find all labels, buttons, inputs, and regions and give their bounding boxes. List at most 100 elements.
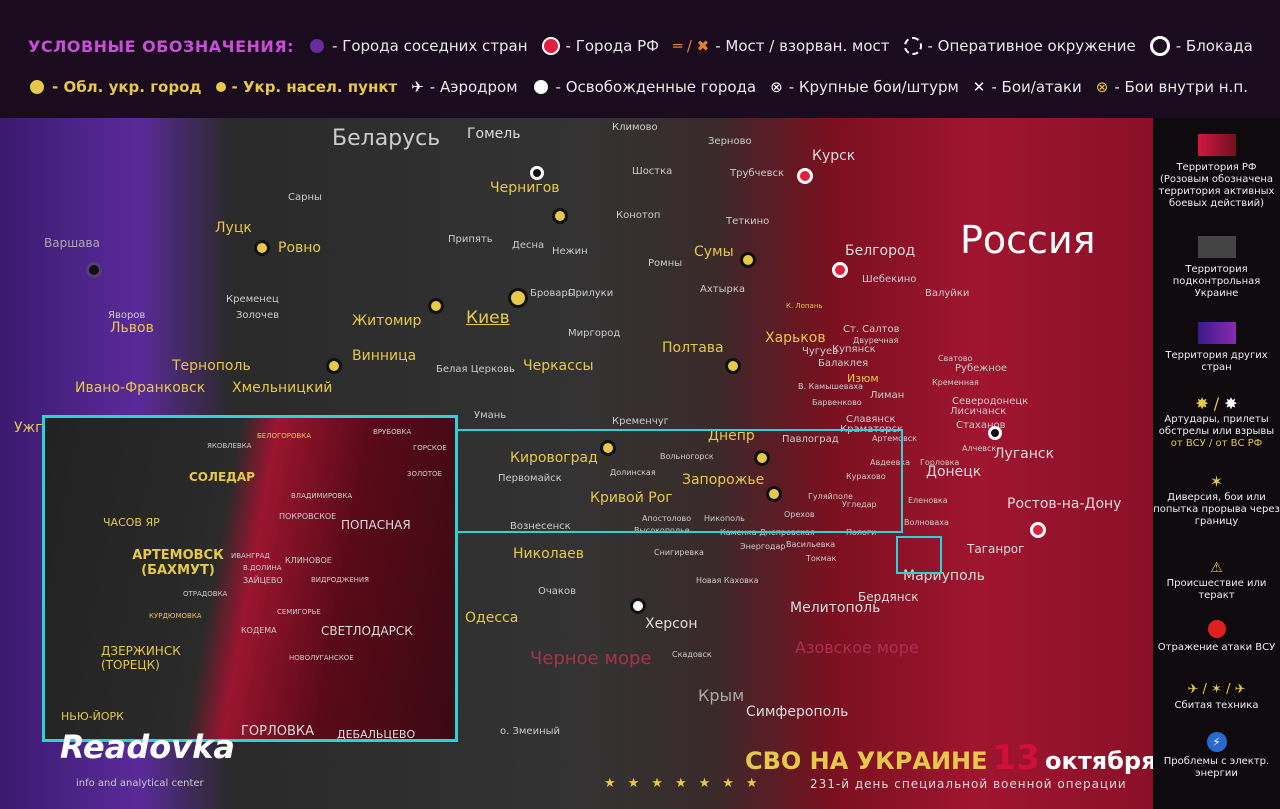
city-vinnitsa: Винница xyxy=(352,348,417,364)
city-ivano-frankovsk: Ивано-Франковск xyxy=(75,380,206,396)
sidebar-item-strikes: ✸ / ✸ Артудары, прилеты обстрелы или взр… xyxy=(1153,396,1280,450)
town-uman: Умань xyxy=(474,410,507,421)
inset-ivangrad: ИВАНГРАД xyxy=(231,552,270,560)
town-kremenets: Кременец xyxy=(226,294,279,305)
town-vasilyevka: Васильевка xyxy=(786,540,836,549)
city-belgorod: Белгород xyxy=(845,243,916,259)
town-volnovakha: Волноваха xyxy=(904,518,949,527)
city-nikolaev: Николаев xyxy=(513,546,585,562)
town-kremenchug: Кременчуг xyxy=(612,416,669,427)
inset-kodema: КОДЕМА xyxy=(241,626,277,635)
town-kremennaya: Кременная xyxy=(932,378,979,387)
sidebar-item-diversion: ✶ Диверсия, бои или попытка прорыва чере… xyxy=(1153,472,1280,528)
marker-zhitomir xyxy=(428,298,444,314)
sidebar-item-other-territory: Территория других стран xyxy=(1153,322,1280,374)
neighbor-city-icon xyxy=(308,37,327,55)
town-sarny: Сарны xyxy=(288,192,322,203)
city-kiev: Киев xyxy=(466,308,510,328)
zoom-source-box xyxy=(896,536,942,574)
legend-title: УСЛОВНЫЕ ОБОЗНАЧЕНИЯ: xyxy=(28,36,295,56)
sidebar-item-power: ⚡ Проблемы с электр. энергии xyxy=(1153,732,1280,780)
town-alchevsk: Алчевск xyxy=(962,444,997,453)
marker-warsaw xyxy=(86,262,102,278)
sidebar-item-rf-territory: Территория РФ (Розовым обозначена террит… xyxy=(1153,134,1280,210)
sidebar-item-incident: ⚠ Происшествие или теракт xyxy=(1153,561,1280,602)
city-cherkassy: Черкассы xyxy=(523,358,594,374)
footer-day: 13 xyxy=(992,738,1040,778)
bridge-icon: ═ / ✖ xyxy=(673,37,710,55)
town-dvurechnaya: Двуречная xyxy=(853,336,899,345)
town-zernovo: Зерново xyxy=(708,136,752,147)
legend-item-settlement: - Укр. насел. пункт xyxy=(215,78,397,96)
inset-zolotoe: ЗОЛОТОЕ xyxy=(407,470,442,478)
town-balakleya: Балаклея xyxy=(818,358,869,369)
repulse-icon xyxy=(1207,620,1226,638)
legend-item-battles: ✕ - Бои/атаки xyxy=(972,78,1082,96)
inset-kurdyumovka: КУРДЮМОВКА xyxy=(149,612,202,620)
city-kursk: Курск xyxy=(812,148,856,164)
legend-item-airfield: ✈ - Аэродром xyxy=(411,78,518,96)
inset-gorskoe: ГОРСКОЕ xyxy=(413,444,447,452)
marker-vinnitsa xyxy=(326,358,342,374)
city-kherson: Херсон xyxy=(645,616,698,632)
inset-semigorye: СЕМИГОРЬЕ xyxy=(277,608,321,616)
city-khmelnitsky: Хмельницкий xyxy=(232,380,333,396)
footer-subtitle: 231-й день специальной военной операции xyxy=(810,777,1127,791)
city-chernigov: Чернигов xyxy=(490,180,560,196)
inset-popasnaya: ПОПАСНАЯ xyxy=(341,518,411,532)
inset-artemovsk: АРТЕМОВСК (БАХМУТ) xyxy=(132,548,224,578)
town-k-lopan: К. Лопань xyxy=(786,302,823,310)
city-lvov: Львов xyxy=(110,320,154,336)
town-lisichansk: Лисичанск xyxy=(950,406,1007,417)
inset-vrubovka: ВРУБОВКА xyxy=(373,428,412,436)
inset-yakovlevka: ЯКОВЛЕВКА xyxy=(207,442,252,450)
inset-belogorovka: БЕЛОГОРОВКА xyxy=(257,432,312,440)
marker-sumy xyxy=(740,252,756,268)
brand-subtitle: info and analytical center xyxy=(76,778,204,789)
sidebar-item-repulse: Отражение атаки ВСУ xyxy=(1153,620,1280,654)
ua-territory-swatch xyxy=(1197,236,1236,258)
city-berdyansk: Бердянск xyxy=(858,590,919,604)
city-warsaw: Варшава xyxy=(44,236,100,250)
city-lugansk: Луганск xyxy=(994,446,1055,462)
inset-debaltsevo: ДЕБАЛЬЦЕВО xyxy=(337,728,416,741)
oblast-city-icon xyxy=(28,78,46,96)
label-azov-sea: Азовское море xyxy=(795,638,919,657)
label-russia: Россия xyxy=(960,218,1096,262)
city-sumy: Сумы xyxy=(694,244,734,260)
city-zhitomir: Житомир xyxy=(352,313,422,329)
brand-logo: Readovka xyxy=(60,728,235,766)
legend-item-liberated: - Освобожденные города xyxy=(531,78,756,96)
inset-map: СОЛЕДАР АРТЕМОВСК (БАХМУТ) ЧАСОВ ЯР ДЗЕР… xyxy=(42,415,458,742)
city-simferopol: Симферополь xyxy=(746,704,849,720)
marker-gomel xyxy=(530,166,544,180)
inset-dzerzhinsk: ДЗЕРЖИНСК (ТОРЕЦК) xyxy=(101,644,181,672)
diversion-icon: ✶ xyxy=(1209,472,1224,491)
legend-item-blockade: - Блокада xyxy=(1149,36,1253,56)
footer-title: СВО НА УКРАИНЕ xyxy=(745,747,988,775)
town-yavorov: Яворов xyxy=(108,310,146,321)
legend-row-2: - Обл. укр. город - Укр. насел. пункт ✈ -… xyxy=(28,78,1248,96)
inset-pokrovskoe: ПОКРОВСКОЕ xyxy=(279,512,337,521)
legend-panel: УСЛОВНЫЕ ОБОЗНАЧЕНИЯ: - Города соседних … xyxy=(0,0,1280,118)
inset-chasov-yar: ЧАСОВ ЯР xyxy=(103,516,160,529)
label-black-sea: Черное море xyxy=(530,648,652,669)
legend-item-encirclement: - Оперативное окружение xyxy=(903,37,1136,55)
town-liman: Лиман xyxy=(870,390,905,401)
inset-zaytsevo: ЗАЙЦЕВО xyxy=(243,576,283,585)
city-rovno: Ровно xyxy=(278,240,321,256)
town-valuyki: Валуйки xyxy=(925,288,970,299)
blockade-icon xyxy=(1149,36,1170,56)
town-zolochev: Золочев xyxy=(236,310,279,321)
town-desna: Десна xyxy=(512,240,545,251)
town-romny: Ромны xyxy=(648,258,683,269)
legend-item-inner-battles: ⊗ - Бои внутри н.п. xyxy=(1095,78,1248,96)
legend-item-rf-cities: - Города РФ xyxy=(541,37,659,55)
town-zmeiny: о. Змеиный xyxy=(500,726,561,737)
legend-item-neighbor-cities: - Города соседних стран xyxy=(308,37,528,55)
marker-kiev xyxy=(508,288,528,308)
inset-v-dolina: В.ДОЛИНА xyxy=(243,564,282,572)
town-kupyansk: Купянск xyxy=(832,344,876,355)
legend-row-1: УСЛОВНЫЕ ОБОЗНАЧЕНИЯ: - Города соседних … xyxy=(28,36,1253,56)
town-klimovo: Климово xyxy=(612,122,658,133)
